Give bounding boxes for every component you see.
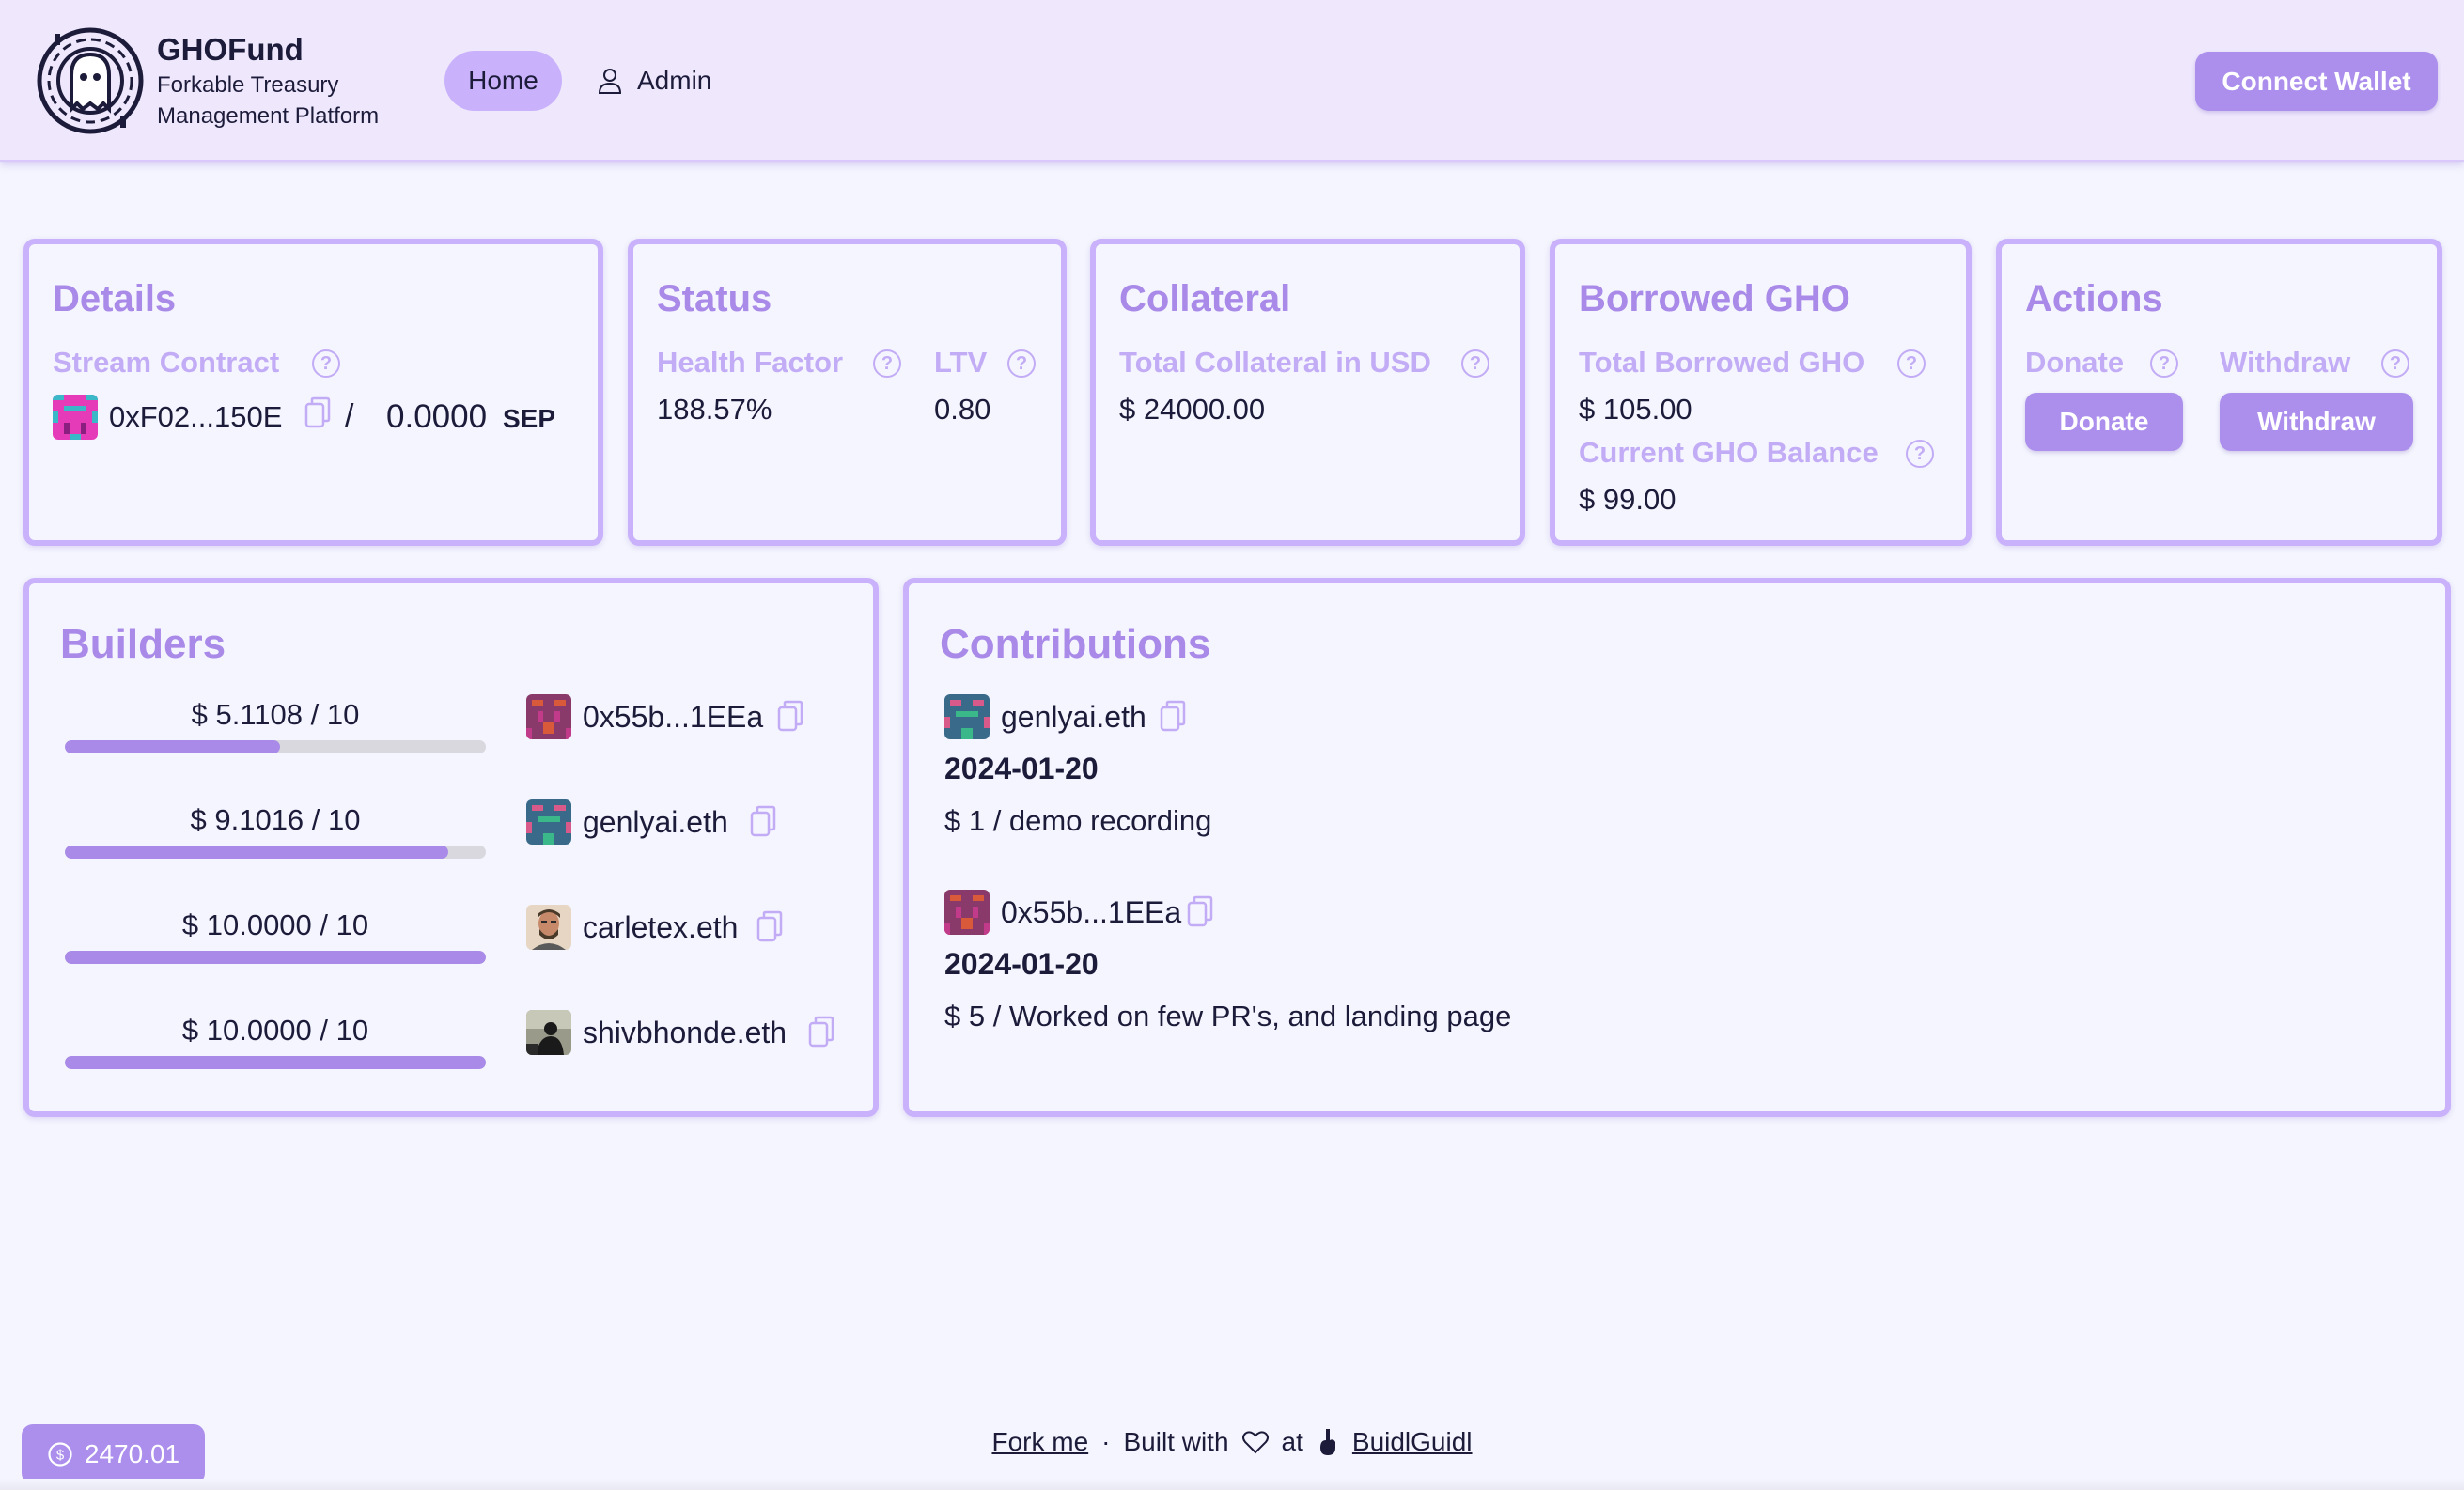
- ltv-value: 0.80: [934, 393, 991, 426]
- heart-icon: [1241, 1431, 1269, 1454]
- total-borrowed-label: Total Borrowed GHO: [1579, 346, 1865, 379]
- contributions-card: Contributions genlyai.eth 2024-01-20 $ 1…: [903, 578, 2451, 1117]
- total-borrowed-value: $ 105.00: [1579, 393, 1692, 426]
- ghofund-logo[interactable]: [36, 26, 145, 135]
- address-separator: /: [345, 398, 354, 434]
- withdraw-label: Withdraw: [2220, 346, 2351, 379]
- question-circle-icon[interactable]: ?: [2381, 349, 2409, 378]
- builder-name: carletex.eth: [583, 910, 739, 944]
- nav-admin[interactable]: Admin: [598, 51, 711, 111]
- health-factor-label: Health Factor: [657, 346, 844, 379]
- header: GHOFund Forkable Treasury Management Pla…: [0, 0, 2464, 162]
- at-text: at: [1281, 1427, 1303, 1456]
- donate-label: Donate: [2025, 346, 2125, 379]
- current-balance-value: $ 99.00: [1579, 483, 1676, 516]
- donate-button[interactable]: Donate: [2025, 393, 2183, 451]
- total-collateral-label: Total Collateral in USD: [1119, 346, 1431, 379]
- collateral-card: Collateral Total Collateral in USD ? $ 2…: [1090, 239, 1525, 546]
- builder-amount: $ 10.0000 / 10: [181, 1014, 369, 1047]
- footer-bar: [0, 1479, 2464, 1490]
- borrowed-gho-card: Borrowed GHO Total Borrowed GHO ? $ 105.…: [1550, 239, 1972, 546]
- contribution-description: $ 1 / demo recording: [944, 804, 1212, 837]
- withdraw-button[interactable]: Withdraw: [2220, 393, 2413, 451]
- question-circle-icon[interactable]: ?: [873, 349, 901, 378]
- contributions-title: Contributions: [940, 621, 1211, 667]
- contributor-avatar: [944, 890, 990, 935]
- builder-progress: [65, 846, 486, 859]
- status-card: Status Health Factor ? 188.57% LTV ? 0.8…: [628, 239, 1067, 546]
- ltv-label: LTV: [934, 346, 988, 379]
- builder-name: shivbhonde.eth: [583, 1016, 788, 1049]
- connect-wallet-button[interactable]: Connect Wallet: [2195, 52, 2438, 111]
- contribution-date: 2024-01-20: [944, 752, 1099, 785]
- fork-me-link[interactable]: Fork me: [991, 1427, 1088, 1457]
- brand-title: GHOFund: [157, 32, 304, 67]
- builder-avatar: [526, 799, 571, 845]
- builder-amount: $ 5.1108 / 10: [191, 698, 360, 731]
- builder-name: genlyai.eth: [583, 805, 728, 839]
- builder-amount: $ 9.1016 / 10: [190, 803, 361, 836]
- nav-admin-label: Admin: [637, 66, 712, 95]
- question-circle-icon[interactable]: ?: [312, 349, 340, 378]
- current-balance-label: Current GHO Balance: [1579, 436, 1879, 469]
- question-circle-icon[interactable]: ?: [1906, 440, 1934, 468]
- contract-address: 0xF02...150E: [109, 400, 283, 433]
- footer: Fork me · Built with at BuidlGuidl: [0, 1423, 2464, 1461]
- copy-icon[interactable]: [777, 700, 803, 732]
- builder-progress-fill: [65, 740, 280, 753]
- actions-card: Actions Donate ? Withdraw ? Donate Withd…: [1996, 239, 2442, 546]
- contract-balance: 0.0000: [386, 398, 488, 435]
- copy-icon[interactable]: [750, 805, 776, 837]
- builder-progress: [65, 951, 486, 964]
- footer-dot: ·: [1101, 1427, 1111, 1456]
- buidlguidl-icon: [1319, 1429, 1335, 1455]
- contribution-description: $ 5 / Worked on few PR's, and landing pa…: [944, 1000, 1512, 1032]
- user-icon: [598, 69, 622, 94]
- question-circle-icon[interactable]: ?: [2150, 349, 2178, 378]
- builders-title: Builders: [60, 621, 226, 667]
- builder-progress: [65, 740, 486, 753]
- builder-name: 0x55b...1EEa: [583, 700, 764, 734]
- question-circle-icon[interactable]: ?: [1007, 349, 1036, 378]
- copy-icon[interactable]: [808, 1016, 834, 1048]
- contract-avatar: [53, 395, 98, 440]
- buidlguidl-link[interactable]: BuidlGuidl: [1352, 1427, 1473, 1457]
- borrowed-title: Borrowed GHO: [1579, 278, 1850, 319]
- status-title: Status: [657, 278, 772, 319]
- copy-icon[interactable]: [1187, 895, 1213, 927]
- health-factor-value: 188.57%: [657, 393, 772, 426]
- question-circle-icon[interactable]: ?: [1897, 349, 1926, 378]
- copy-icon[interactable]: [1160, 700, 1186, 732]
- builder-progress: [65, 1056, 486, 1069]
- details-title: Details: [53, 278, 177, 319]
- builders-card: Builders $ 5.1108 / 10 0x55b...1EEa $ 9.…: [23, 578, 879, 1117]
- brand-subtitle: Forkable Treasury Management Platform: [157, 72, 380, 129]
- contribution-date: 2024-01-20: [944, 947, 1099, 981]
- builder-progress-fill: [65, 1056, 486, 1069]
- collateral-title: Collateral: [1119, 278, 1291, 319]
- total-collateral-value: $ 24000.00: [1119, 393, 1266, 426]
- actions-title: Actions: [2025, 278, 2163, 319]
- stream-contract-label: Stream Contract: [53, 346, 280, 379]
- builder-progress-fill: [65, 951, 486, 964]
- builder-amount: $ 10.0000 / 10: [181, 908, 369, 941]
- copy-icon[interactable]: [304, 396, 331, 428]
- builder-progress-fill: [65, 846, 448, 859]
- nav-home[interactable]: Home: [444, 51, 562, 111]
- builder-avatar: [526, 905, 571, 950]
- contributor-avatar: [944, 694, 990, 739]
- contributor-name: 0x55b...1EEa: [1001, 895, 1182, 929]
- copy-icon[interactable]: [756, 910, 783, 942]
- builder-avatar: [526, 1010, 571, 1055]
- built-with-text: Built with: [1123, 1427, 1229, 1456]
- details-card: Details Stream Contract ? 0xF02...150E /…: [23, 239, 603, 546]
- builder-avatar: [526, 694, 571, 739]
- question-circle-icon[interactable]: ?: [1461, 349, 1489, 378]
- balance-unit: SEP: [503, 404, 556, 433]
- contributor-name: genlyai.eth: [1001, 700, 1146, 734]
